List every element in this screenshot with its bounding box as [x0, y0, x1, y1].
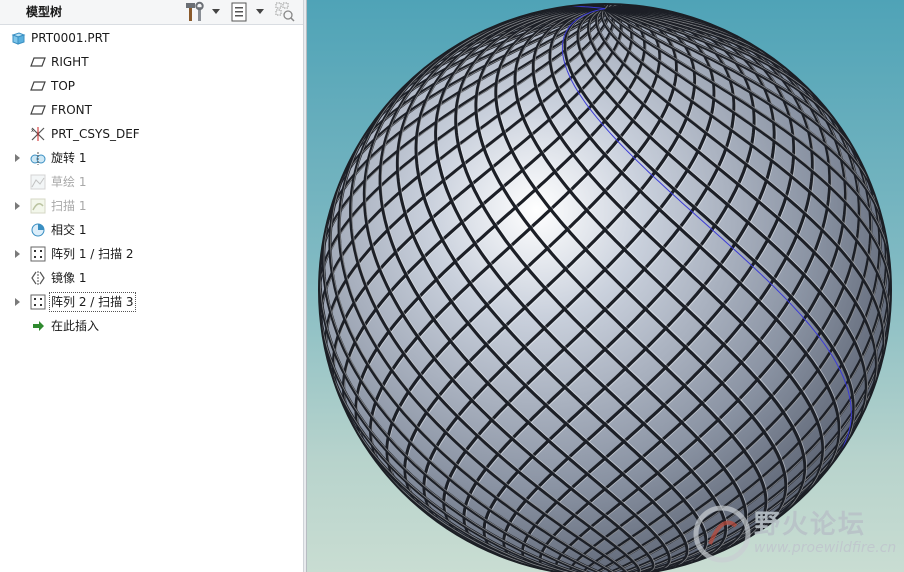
tree-item-mirror[interactable]: 镜像 1	[0, 266, 303, 290]
tree-item-label: 旋转 1	[51, 151, 87, 165]
tree-item-sketch[interactable]: 草绘 1	[0, 170, 303, 194]
pattern-icon	[30, 246, 46, 262]
datum-plane-icon	[30, 57, 46, 67]
show-filter-icon	[275, 2, 295, 22]
forum-logo-icon	[693, 505, 751, 563]
tree-item-label: 在此插入	[51, 319, 100, 333]
tree-item-label: FRONT	[51, 103, 92, 117]
tree-item-part[interactable]: PRT0001.PRT	[0, 26, 303, 50]
intersect-icon	[31, 223, 45, 237]
datum-plane-icon	[30, 105, 46, 115]
tree-item-label: PRT0001.PRT	[31, 31, 110, 45]
expand-arrow-icon[interactable]	[15, 298, 20, 306]
sketch-icon	[30, 174, 46, 190]
chevron-down-icon	[256, 9, 264, 14]
chevron-down-icon	[212, 9, 220, 14]
tree-item-top-plane[interactable]: TOP	[0, 74, 303, 98]
tree-item-revolve[interactable]: 旋转 1	[0, 146, 303, 170]
mirror-icon	[31, 271, 45, 285]
tree-item-front-plane[interactable]: FRONT	[0, 98, 303, 122]
watermark: 野火论坛 www.proewildfire.cn	[692, 502, 904, 568]
tree-item-intersect[interactable]: 相交 1	[0, 218, 303, 242]
list-settings-icon	[231, 2, 247, 22]
part-icon	[11, 32, 26, 45]
revolve-icon	[30, 152, 46, 165]
sweep-icon	[30, 198, 46, 214]
tree-item-label: 阵列 1 / 扫描 2	[51, 247, 134, 261]
tree-item-right-plane[interactable]: RIGHT	[0, 50, 303, 74]
tree-item-csys[interactable]: x PRT_CSYS_DEF	[0, 122, 303, 146]
insert-here-arrow-icon	[33, 321, 44, 331]
tree-item-pattern-1[interactable]: 阵列 1 / 扫描 2	[0, 242, 303, 266]
tree-item-sweep[interactable]: 扫描 1	[0, 194, 303, 218]
watermark-url: www.proewildfire.cn	[754, 540, 897, 556]
lattice-sphere-model[interactable]	[307, 0, 904, 572]
hammer-wrench-icon	[186, 1, 204, 21]
settings-menu-button[interactable]	[229, 1, 267, 23]
tools-menu-button[interactable]	[185, 1, 223, 23]
expand-arrow-icon[interactable]	[15, 250, 20, 258]
tree-item-label: 镜像 1	[51, 271, 87, 285]
tree-item-label: RIGHT	[51, 55, 89, 69]
datum-plane-icon	[30, 81, 46, 91]
show-filter-button[interactable]	[274, 1, 298, 23]
watermark-title: 野火论坛	[754, 510, 867, 540]
graphics-viewport[interactable]: 野火论坛 www.proewildfire.cn	[307, 0, 904, 572]
tree-item-label: TOP	[51, 79, 76, 93]
expand-arrow-icon[interactable]	[15, 154, 20, 162]
svg-text:x: x	[31, 128, 34, 134]
coordinate-system-icon: x	[31, 127, 45, 141]
tree-item-insert-here[interactable]: 在此插入	[0, 314, 303, 338]
pattern-icon	[30, 294, 46, 310]
model-tree-panel: 模型树 PRT0001.PRT RIGHT TOP FRONT x PRT_CS…	[0, 0, 303, 572]
tree-item-label: 扫描 1	[51, 199, 87, 213]
tree-item-label: 草绘 1	[51, 175, 87, 189]
expand-arrow-icon[interactable]	[15, 202, 20, 210]
tree-item-label: PRT_CSYS_DEF	[51, 127, 140, 141]
tree-item-label: 相交 1	[51, 223, 87, 237]
tree-item-label: 阵列 2 / 扫描 3	[49, 292, 136, 312]
model-tree-header: 模型树	[0, 0, 303, 25]
panel-title: 模型树	[26, 5, 63, 19]
tree-item-pattern-2[interactable]: 阵列 2 / 扫描 3	[0, 290, 303, 314]
